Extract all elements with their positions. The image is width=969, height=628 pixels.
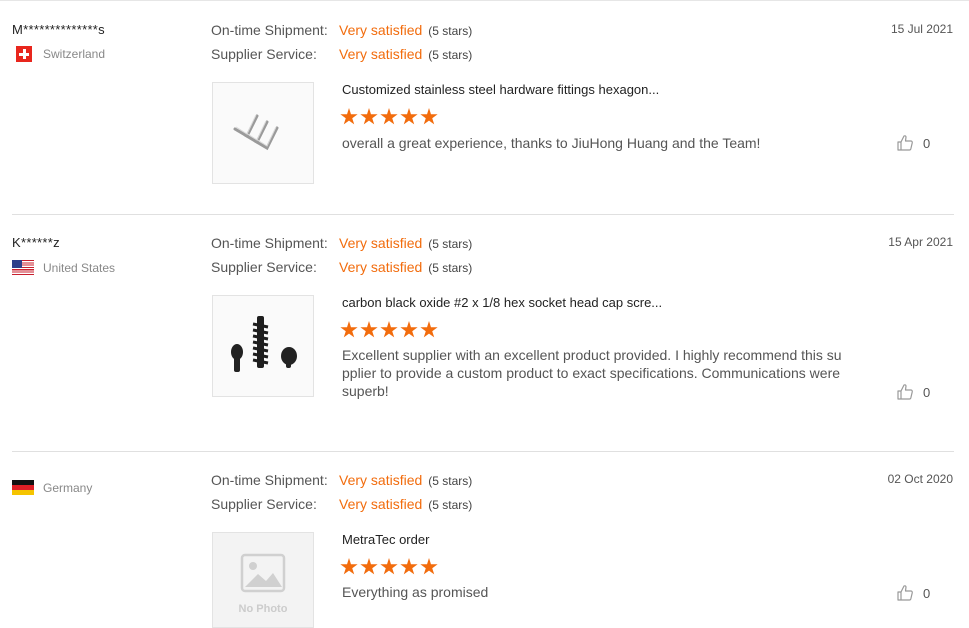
star-rating xyxy=(340,108,438,126)
thumbs-up-icon xyxy=(897,384,913,400)
switzerland-flag-icon xyxy=(16,46,32,62)
shipment-label: On-time Shipment: xyxy=(211,235,328,251)
like-button[interactable]: 0 xyxy=(896,584,930,602)
star-rating xyxy=(340,558,438,576)
shipment-rating: On-time Shipment: Very satisfied (5 stars) xyxy=(211,235,472,251)
no-photo-icon xyxy=(240,553,286,593)
service-value: Very satisfied xyxy=(339,496,423,512)
black-screw-image-icon xyxy=(231,316,297,372)
country-name: Germany xyxy=(43,480,93,495)
reviewer-name: M**************s xyxy=(12,22,105,37)
like-count: 0 xyxy=(923,585,931,601)
product-title-link[interactable]: carbon black oxide #2 x 1/8 hex socket h… xyxy=(342,295,662,310)
shipment-value: Very satisfied xyxy=(339,472,423,488)
star-icon xyxy=(360,321,378,338)
star-icon xyxy=(420,558,438,575)
star-icon xyxy=(420,108,438,125)
reviewer-country: Germany xyxy=(12,480,92,495)
hex-key-image-icon xyxy=(233,114,279,151)
star-icon xyxy=(340,321,358,338)
service-label: Supplier Service: xyxy=(211,496,317,512)
country-name: Switzerland xyxy=(43,47,106,61)
star-icon xyxy=(420,321,438,338)
star-icon xyxy=(340,108,358,125)
review-divider xyxy=(12,451,954,452)
service-label: Supplier Service: xyxy=(211,46,317,62)
shipment-value: Very satisfied xyxy=(339,22,423,38)
review-date: 15 Jul 2021 xyxy=(890,22,953,36)
shipment-rating: On-time Shipment: Very satisfied (5 stars) xyxy=(211,22,472,38)
review-comment: Everything as promised xyxy=(342,584,489,600)
reviewer-name: K******z xyxy=(12,235,60,250)
star-icon xyxy=(400,558,418,575)
star-rating xyxy=(340,321,438,339)
star-icon xyxy=(400,321,418,338)
like-button[interactable]: 0 xyxy=(896,383,930,401)
product-thumbnail[interactable] xyxy=(212,82,314,184)
service-rating: Supplier Service: Very satisfied (5 stars) xyxy=(211,496,472,512)
star-icon xyxy=(380,321,398,338)
service-stars-text: (5 stars) xyxy=(428,261,473,275)
star-icon xyxy=(380,108,398,125)
shipment-label: On-time Shipment: xyxy=(211,472,328,488)
reviewer-country: Switzerland xyxy=(12,46,105,62)
shipment-stars-text: (5 stars) xyxy=(428,474,473,488)
review-date: 15 Apr 2021 xyxy=(888,235,953,249)
product-thumbnail[interactable] xyxy=(212,295,314,397)
shipment-stars-text: (5 stars) xyxy=(428,237,473,251)
country-name: United States xyxy=(43,260,116,275)
like-button[interactable]: 0 xyxy=(896,134,930,152)
product-thumbnail[interactable]: No Photo xyxy=(212,532,314,628)
like-count: 0 xyxy=(923,135,931,151)
service-value: Very satisfied xyxy=(339,46,423,62)
shipment-stars-text: (5 stars) xyxy=(428,24,473,38)
service-stars-text: (5 stars) xyxy=(428,498,473,512)
star-icon xyxy=(360,108,378,125)
review-comment: overall a great experience, thanks to Ji… xyxy=(342,135,761,151)
product-title-link[interactable]: MetraTec order xyxy=(342,532,429,547)
reviewer-country: United States xyxy=(12,260,115,275)
united-states-flag-icon xyxy=(12,260,34,275)
service-label: Supplier Service: xyxy=(211,259,317,275)
shipment-value: Very satisfied xyxy=(339,235,423,251)
no-photo-label: No Photo xyxy=(238,603,288,615)
review-date: 02 Oct 2020 xyxy=(887,472,953,486)
like-count: 0 xyxy=(923,384,931,400)
review-divider xyxy=(12,214,954,215)
star-icon xyxy=(360,558,378,575)
service-rating: Supplier Service: Very satisfied (5 stars) xyxy=(211,46,472,62)
star-icon xyxy=(340,558,358,575)
thumbs-up-icon xyxy=(897,135,913,151)
shipment-rating: On-time Shipment: Very satisfied (5 stars) xyxy=(211,472,472,488)
service-rating: Supplier Service: Very satisfied (5 stars) xyxy=(211,259,472,275)
star-icon xyxy=(380,558,398,575)
product-title-link[interactable]: Customized stainless steel hardware fitt… xyxy=(342,82,659,97)
service-stars-text: (5 stars) xyxy=(428,48,473,62)
thumbs-up-icon xyxy=(897,585,913,601)
review-comment: Excellent supplier with an excellent pro… xyxy=(342,347,842,399)
service-value: Very satisfied xyxy=(339,259,423,275)
top-border xyxy=(0,0,969,1)
shipment-label: On-time Shipment: xyxy=(211,22,328,38)
star-icon xyxy=(400,108,418,125)
germany-flag-icon xyxy=(12,480,34,495)
